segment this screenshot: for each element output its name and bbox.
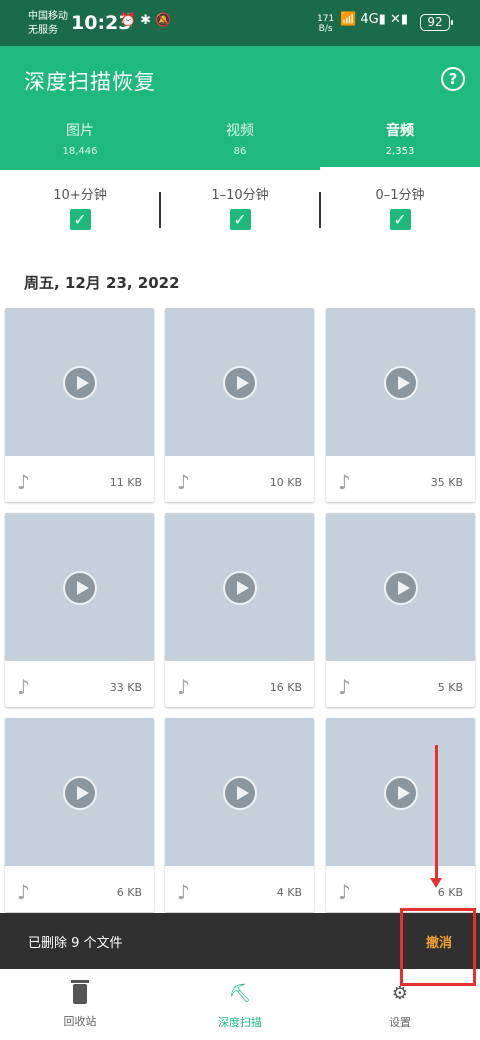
annotation-arrow bbox=[435, 745, 438, 881]
filter-checkbox[interactable]: ✓ bbox=[69, 209, 91, 230]
nav-label: 设置 bbox=[389, 1016, 411, 1029]
tab-label: 视频 bbox=[226, 123, 254, 139]
date-heading: 周五, 12月 23, 2022 bbox=[24, 274, 180, 292]
play-icon[interactable] bbox=[223, 366, 257, 400]
play-icon[interactable] bbox=[223, 571, 257, 605]
file-size: 11 KB bbox=[109, 476, 142, 489]
nav-label: 回收站 bbox=[63, 1015, 97, 1028]
play-icon[interactable] bbox=[63, 776, 97, 810]
filter-1-10-min: 1–10分钟 ✓ bbox=[160, 170, 320, 250]
gear-icon: ⚙ bbox=[391, 983, 409, 1004]
alarm-bluetooth-mute-icons: ⏰✱🔕 bbox=[120, 13, 176, 28]
file-card[interactable]: ♪ 16 KB bbox=[165, 513, 314, 707]
file-size: 5 KB bbox=[437, 681, 463, 694]
network-speed: 171 B/s bbox=[317, 14, 334, 34]
tab-count: 2,353 bbox=[385, 146, 415, 157]
filter-0-1-min: 0–1分钟 ✓ bbox=[320, 170, 480, 250]
play-icon[interactable] bbox=[223, 776, 257, 810]
nav-label: 深度扫描 bbox=[218, 1016, 262, 1029]
play-icon[interactable] bbox=[384, 366, 418, 400]
thumbnail bbox=[165, 513, 314, 661]
music-note-icon: ♪ bbox=[338, 470, 351, 494]
tab-videos[interactable]: 视频 86 bbox=[160, 120, 320, 170]
thumbnail bbox=[165, 718, 314, 866]
thumbnail bbox=[326, 513, 475, 661]
duration-filters: 10+分钟 ✓ 1–10分钟 ✓ 0–1分钟 ✓ bbox=[0, 170, 480, 250]
thumbnail bbox=[5, 308, 154, 456]
file-card[interactable]: ♪ 6 KB bbox=[5, 718, 154, 912]
play-icon[interactable] bbox=[63, 366, 97, 400]
music-note-icon: ♪ bbox=[177, 880, 190, 904]
file-card[interactable]: ♪ 33 KB bbox=[5, 513, 154, 707]
thumbnail bbox=[5, 718, 154, 866]
thumbnail bbox=[165, 308, 314, 456]
signal-icons: 📶 4G▮ ✕▮ bbox=[340, 12, 408, 27]
filter-10plus-min: 10+分钟 ✓ bbox=[0, 170, 160, 250]
thumbnail bbox=[326, 718, 475, 866]
carrier-info: 中国移动 无服务 bbox=[28, 10, 68, 38]
music-note-icon: ♪ bbox=[338, 675, 351, 699]
trash-icon bbox=[71, 980, 89, 1004]
music-note-icon: ♪ bbox=[17, 470, 30, 494]
tab-count: 18,446 bbox=[62, 146, 98, 157]
annotation-arrow-head bbox=[430, 878, 442, 888]
file-size: 16 KB bbox=[269, 681, 302, 694]
carrier-service: 无服务 bbox=[28, 25, 58, 36]
file-card[interactable]: ♪ 5 KB bbox=[326, 513, 475, 707]
file-card[interactable]: ♪ 35 KB bbox=[326, 308, 475, 502]
filter-label: 1–10分钟 bbox=[211, 188, 269, 203]
annotation-highlight-box bbox=[400, 908, 476, 986]
help-icon[interactable]: ? bbox=[441, 67, 465, 91]
music-note-icon: ♪ bbox=[338, 880, 351, 904]
file-size: 35 KB bbox=[430, 476, 463, 489]
filter-label: 10+分钟 bbox=[53, 188, 107, 203]
carrier-name: 中国移动 bbox=[28, 11, 68, 22]
file-size: 4 KB bbox=[276, 886, 302, 899]
filter-label: 0–1分钟 bbox=[375, 188, 425, 203]
filter-checkbox[interactable]: ✓ bbox=[389, 209, 411, 230]
tab-label: 音频 bbox=[386, 123, 414, 139]
nav-recycle-bin[interactable]: 回收站 bbox=[0, 969, 160, 1040]
thumbnail bbox=[326, 308, 475, 456]
filter-checkbox[interactable]: ✓ bbox=[229, 209, 251, 230]
play-icon[interactable] bbox=[63, 571, 97, 605]
tab-images[interactable]: 图片 18,446 bbox=[0, 120, 160, 170]
file-size: 10 KB bbox=[269, 476, 302, 489]
file-card[interactable]: ♪ 11 KB bbox=[5, 308, 154, 502]
status-bar: 中国移动 无服务 10:23 ⏰✱🔕 171 B/s 📶 4G▮ ✕▮ 92 bbox=[0, 0, 480, 46]
tab-audio[interactable]: 音频 2,353 bbox=[320, 120, 480, 170]
nav-deep-scan[interactable]: ⛏ 深度扫描 bbox=[160, 969, 320, 1040]
file-size: 6 KB bbox=[116, 886, 142, 899]
thumbnail bbox=[5, 513, 154, 661]
music-note-icon: ♪ bbox=[177, 470, 190, 494]
play-icon[interactable] bbox=[384, 571, 418, 605]
music-note-icon: ♪ bbox=[177, 675, 190, 699]
scan-icon: ⛏ bbox=[228, 983, 252, 1004]
filter-divider bbox=[319, 192, 321, 228]
battery-icon: 92 bbox=[420, 14, 453, 31]
music-note-icon: ♪ bbox=[17, 880, 30, 904]
file-card[interactable]: ♪ 10 KB bbox=[165, 308, 314, 502]
tab-label: 图片 bbox=[66, 123, 94, 139]
file-card[interactable]: ♪ 4 KB bbox=[165, 718, 314, 912]
media-tabs: 图片 18,446 视频 86 音频 2,353 bbox=[0, 120, 480, 170]
music-note-icon: ♪ bbox=[17, 675, 30, 699]
app-header: 深度扫描恢复 ? 图片 18,446 视频 86 音频 2,353 bbox=[0, 46, 480, 170]
file-card[interactable]: ♪ 6 KB bbox=[326, 718, 475, 912]
filter-divider bbox=[159, 192, 161, 228]
snackbar-message: 已删除 9 个文件 bbox=[28, 936, 123, 951]
network-speed-value: 171 bbox=[317, 14, 335, 24]
page-title: 深度扫描恢复 bbox=[24, 70, 156, 94]
file-size: 33 KB bbox=[109, 681, 142, 694]
network-speed-unit: B/s bbox=[318, 24, 333, 34]
tab-count: 86 bbox=[233, 146, 247, 157]
play-icon[interactable] bbox=[384, 776, 418, 810]
